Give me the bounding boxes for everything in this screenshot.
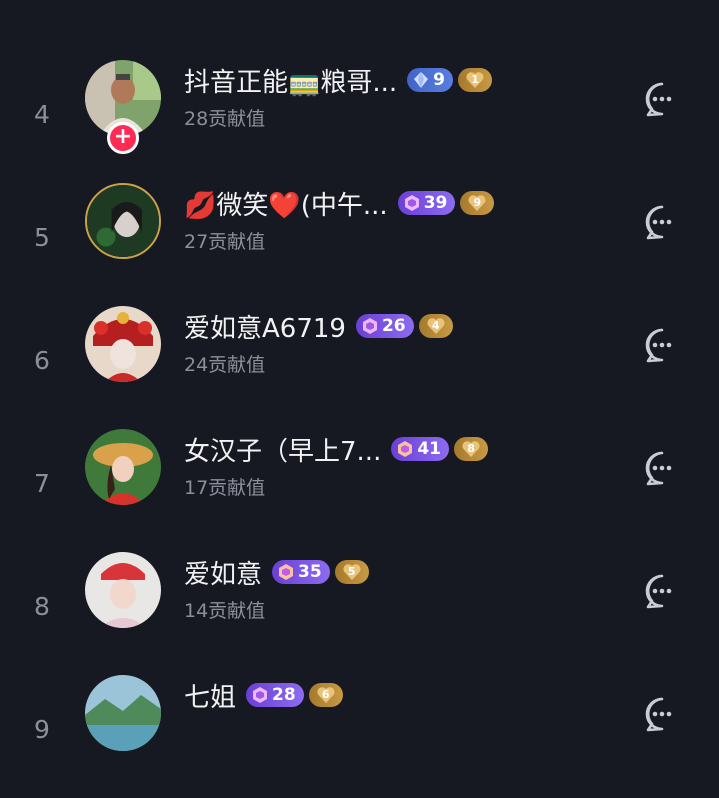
chat-bubble-icon[interactable] — [644, 696, 680, 732]
fan-badge: 6 — [308, 683, 343, 707]
contribution-value: 24贡献值 — [184, 354, 266, 376]
heart-icon: 4 — [426, 316, 446, 336]
level-badge: 39 — [397, 191, 456, 215]
fan-level-number: 8 — [467, 442, 475, 455]
contribution-value: 28贡献值 — [184, 108, 266, 130]
avatar[interactable] — [85, 429, 161, 505]
chat-bubble-icon[interactable] — [644, 573, 680, 609]
list-item[interactable]: 7 女汉子（早上7... 41 8 17贡献值 — [0, 429, 719, 552]
fan-level-number: 1 — [471, 73, 479, 86]
gem-icon — [279, 564, 294, 580]
level-number: 28 — [272, 685, 296, 705]
heart-icon: 6 — [316, 685, 336, 705]
level-badge: 26 — [355, 314, 414, 338]
fan-level-number: 4 — [431, 319, 440, 332]
list-item[interactable]: 6 爱如意A6719 26 4 24贡献值 — [0, 306, 719, 429]
heart-icon: 5 — [342, 562, 362, 582]
fan-badge: 5 — [334, 560, 369, 584]
level-number: 9 — [433, 70, 446, 90]
rank-number: 4 — [34, 100, 50, 129]
gem-icon — [404, 195, 419, 211]
list-item[interactable]: 8 爱如意 35 5 14贡献值 — [0, 552, 719, 675]
rank-number: 5 — [34, 223, 50, 252]
rank-number: 8 — [34, 592, 50, 621]
avatar[interactable] — [85, 675, 161, 751]
rank-number: 7 — [34, 469, 50, 498]
heart-icon: 1 — [465, 70, 485, 90]
level-badge: 35 — [272, 560, 330, 584]
fan-badge: 9 — [460, 191, 495, 215]
avatar[interactable] — [85, 183, 161, 259]
level-number: 35 — [298, 562, 322, 582]
rank-number: 9 — [34, 715, 50, 744]
user-name[interactable]: 抖音正能🚃粮哥... — [184, 62, 397, 99]
gem-icon — [253, 687, 268, 703]
diamond-icon — [414, 72, 429, 88]
user-name[interactable]: 女汉子（早上7... — [184, 431, 381, 468]
chat-bubble-icon[interactable] — [644, 81, 680, 117]
fan-badge: 4 — [418, 314, 453, 338]
user-name[interactable]: 爱如意 — [184, 554, 262, 591]
level-number: 39 — [423, 193, 448, 213]
level-number: 41 — [417, 439, 442, 459]
user-name[interactable]: 💋微笑❤️(中午... — [184, 185, 388, 222]
level-number: 26 — [381, 316, 406, 336]
heart-icon: 8 — [461, 439, 481, 459]
gem-icon — [398, 441, 413, 457]
chat-bubble-icon[interactable] — [644, 450, 680, 486]
follow-plus-icon[interactable]: + — [107, 122, 139, 154]
chat-bubble-icon[interactable] — [644, 204, 680, 240]
level-badge: 9 — [407, 68, 454, 92]
user-name[interactable]: 七姐 — [184, 677, 236, 714]
contribution-value: 17贡献值 — [184, 477, 266, 499]
user-name[interactable]: 爱如意A6719 — [184, 308, 346, 345]
fan-level-number: 6 — [321, 688, 330, 701]
list-item[interactable]: 5 💋微笑❤️(中午... 39 9 27贡献值 — [0, 183, 719, 306]
gem-icon — [362, 318, 377, 334]
heart-icon: 9 — [467, 193, 487, 213]
rank-number: 6 — [34, 346, 50, 375]
level-badge: 28 — [246, 683, 304, 707]
level-badge: 41 — [391, 437, 450, 461]
avatar[interactable] — [85, 306, 161, 382]
avatar[interactable] — [85, 552, 161, 628]
contribution-value: 14贡献值 — [184, 600, 266, 622]
fan-badge: 8 — [454, 437, 489, 461]
contribution-value: 27贡献值 — [184, 231, 266, 253]
fan-badge: 1 — [458, 68, 493, 92]
list-item[interactable]: 4 + 抖音正能🚃粮哥... 9 1 28贡献值 — [0, 60, 719, 183]
chat-bubble-icon[interactable] — [644, 327, 680, 363]
fan-level-number: 5 — [347, 565, 356, 578]
fan-level-number: 9 — [473, 196, 482, 209]
list-item[interactable]: 9 七姐 28 6 — [0, 675, 719, 798]
